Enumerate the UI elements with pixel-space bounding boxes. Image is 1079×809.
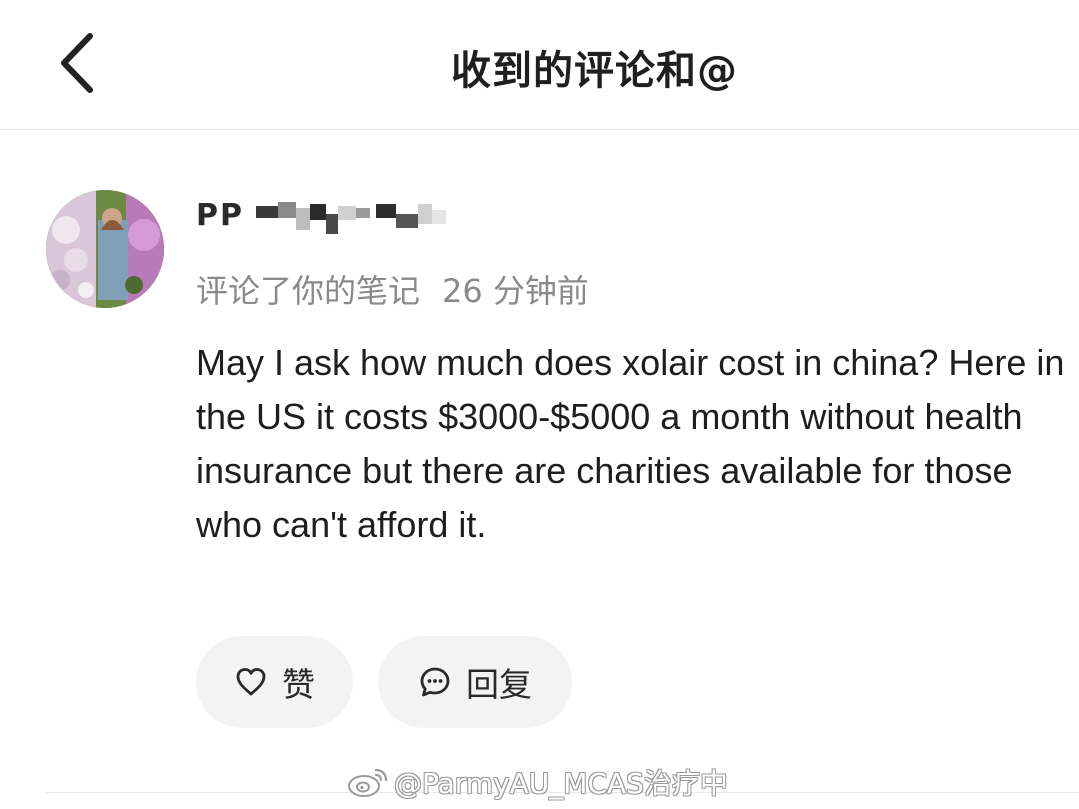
header-bar: 收到的评论和@ xyxy=(0,0,1079,130)
like-button[interactable]: 赞 xyxy=(196,636,353,728)
reply-label: 回复 xyxy=(466,665,532,704)
weibo-logo-icon xyxy=(348,768,388,797)
chat-bubble-icon xyxy=(420,667,450,697)
reply-button[interactable]: 回复 xyxy=(378,636,572,728)
avatar-image xyxy=(46,190,164,308)
comment-meta: 评论了你的笔记 26 分钟前 xyxy=(196,266,589,312)
action-text: 评论了你的笔记 xyxy=(196,272,421,310)
like-label: 赞 xyxy=(282,665,315,704)
comment-body: May I ask how much does xolair cost in c… xyxy=(196,342,1065,545)
watermark-text: @ParmyAU_MCAS治疗中 xyxy=(394,767,728,800)
header-divider xyxy=(0,129,1079,130)
watermark: @ParmyAU_MCAS治疗中 xyxy=(346,762,728,802)
username[interactable]: PP xyxy=(196,196,456,238)
username-text: PP xyxy=(196,198,244,233)
avatar[interactable] xyxy=(46,190,164,308)
heart-outline-icon xyxy=(236,668,266,696)
timestamp: 26 分钟前 xyxy=(442,272,589,310)
username-mosaic xyxy=(256,196,456,236)
page-title: 收到的评论和@ xyxy=(451,48,738,94)
